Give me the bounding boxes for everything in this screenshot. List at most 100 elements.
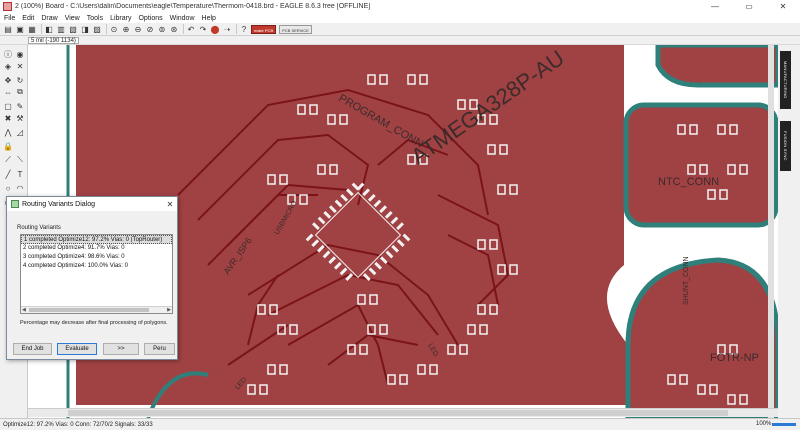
title-bar: 2 (100%) Board - C:\Users\dalin\Document…: [0, 0, 800, 13]
circle-icon[interactable]: ○: [3, 183, 13, 193]
menu-help[interactable]: Help: [202, 15, 216, 22]
variant-row[interactable]: 4 completed Optimize4: 100.0% Vias: 0: [21, 262, 172, 271]
ripup-icon[interactable]: ⟍: [15, 155, 25, 165]
silkscreen-label: FOTR-NP: [710, 352, 759, 364]
mark-icon[interactable]: ✕: [15, 61, 25, 71]
rotate-icon[interactable]: ↻: [15, 75, 25, 85]
silkscreen-label: SHUNT_CONN: [683, 256, 690, 305]
menu-tools[interactable]: Tools: [87, 15, 103, 22]
open-icon[interactable]: ▤: [3, 24, 13, 34]
show-icon[interactable]: ◉: [15, 49, 25, 59]
menu-bar: File Edit Draw View Tools Library Option…: [0, 13, 800, 23]
text-icon[interactable]: T: [15, 169, 25, 179]
move-icon[interactable]: ✥: [3, 75, 13, 85]
dialog-title: Routing Variants Dialog: [22, 200, 96, 208]
toolbar-separator: [183, 24, 184, 34]
delete-icon[interactable]: ✖: [3, 113, 13, 123]
polygon-note: Percentage may decrease after final proc…: [20, 320, 168, 326]
eagle-app-window: 2 (100%) Board - C:\Users\dalin\Document…: [0, 0, 800, 430]
menu-options[interactable]: Options: [138, 15, 162, 22]
menu-library[interactable]: Library: [110, 15, 131, 22]
ulp-icon[interactable]: ◨: [80, 24, 90, 34]
variant-row[interactable]: 1 completed Optimize12: 97.2% Vias: 0 (T…: [21, 235, 172, 244]
dialog-title-bar: Routing Variants Dialog ✕: [7, 197, 177, 211]
coordinate-display: 5 mil (-190 1134): [28, 37, 79, 44]
variant-row[interactable]: 2 completed Optimize4: 91.7% Vias: 0: [21, 244, 172, 253]
split-icon[interactable]: ⋀: [3, 127, 13, 137]
zoom-slider[interactable]: [772, 423, 796, 426]
top-subboard: [655, 42, 781, 88]
horizontal-scrollbar[interactable]: [28, 408, 778, 417]
lock-icon[interactable]: 🔒: [3, 141, 13, 151]
routing-variants-label: Routing Variants: [17, 225, 61, 231]
evaluate-button[interactable]: Evaluate: [57, 343, 97, 355]
miter-icon[interactable]: ◿: [15, 127, 25, 137]
dialog-close-button[interactable]: ✕: [163, 197, 177, 211]
display-icon[interactable]: ◈: [3, 61, 13, 71]
routing-variants-list[interactable]: 1 completed Optimize12: 97.2% Vias: 0 (T…: [20, 234, 173, 314]
stop-icon[interactable]: ⬤: [210, 24, 220, 34]
board-icon[interactable]: ▥: [56, 24, 66, 34]
toolbar-separator: [41, 24, 42, 34]
group-icon[interactable]: ▢: [3, 101, 13, 111]
right-side-panel: MANUFACTURING FUSION SYNC: [778, 45, 800, 418]
cam-icon[interactable]: ◧: [44, 24, 54, 34]
zoom-in-icon[interactable]: ⊕: [121, 24, 131, 34]
zoom-fit-icon[interactable]: ⊙: [109, 24, 119, 34]
main-toolbar: ▤ ▣ ▦ ◧ ▥ ▧ ◨ ▨ ⊙ ⊕ ⊖ ⊘ ⊚ ⊛ ↶ ↷ ⬤ ➝ ? ma…: [0, 23, 800, 36]
mirror-icon[interactable]: ⇔: [3, 87, 13, 97]
scroll-right-icon[interactable]: ▶: [167, 307, 171, 313]
close-window-button[interactable]: ✕: [766, 0, 800, 13]
dialog-app-icon: [11, 200, 19, 208]
next-variant-button[interactable]: >>: [103, 343, 139, 355]
routing-variants-dialog: Routing Variants Dialog ✕ Routing Varian…: [6, 196, 178, 360]
menu-draw[interactable]: Draw: [41, 15, 57, 22]
undo-icon[interactable]: ↶: [186, 24, 196, 34]
list-horizontal-scrollbar[interactable]: ◀ ▶: [21, 306, 172, 313]
manufacturing-tab[interactable]: MANUFACTURING: [780, 51, 791, 109]
zoom-previous-icon[interactable]: ⊚: [157, 24, 167, 34]
save-icon[interactable]: ▣: [15, 24, 25, 34]
peru-button[interactable]: Peru: [144, 343, 175, 355]
eagle-app-icon: [3, 2, 12, 11]
menu-file[interactable]: File: [4, 15, 15, 22]
fusion-sync-tab[interactable]: FUSION SYNC: [780, 121, 791, 171]
zoom-select-icon[interactable]: ⊘: [145, 24, 155, 34]
arc-icon[interactable]: ◠: [15, 183, 25, 193]
print-icon[interactable]: ▦: [27, 24, 37, 34]
silkscreen-label: NTC_CONN: [658, 176, 719, 188]
variant-row[interactable]: 3 completed Optimize4: 98.6% Vias: 0: [21, 253, 172, 262]
zoom-out-icon[interactable]: ⊖: [133, 24, 143, 34]
toolbar-separator: [106, 24, 107, 34]
menu-edit[interactable]: Edit: [22, 15, 34, 22]
info-icon[interactable]: ⓘ: [3, 49, 13, 59]
window-title: 2 (100%) Board - C:\Users\dalin\Document…: [15, 3, 371, 10]
parameter-toolbar: 5 mil (-190 1134): [0, 36, 800, 45]
redo-icon[interactable]: ↷: [198, 24, 208, 34]
copy-icon[interactable]: ⧉: [15, 87, 25, 97]
vertical-scrollbar-track: [768, 45, 774, 418]
go-icon[interactable]: ➝: [222, 24, 232, 34]
zoom-level: 100%: [756, 421, 772, 427]
toolbar-separator: [236, 24, 237, 34]
wrench-icon[interactable]: ⚒: [15, 113, 25, 123]
minimize-button[interactable]: —: [698, 0, 732, 13]
maximize-button[interactable]: ▭: [732, 0, 766, 13]
route-icon[interactable]: ⟋: [3, 155, 13, 165]
wire-icon[interactable]: ╱: [3, 169, 13, 179]
menu-view[interactable]: View: [65, 15, 80, 22]
schematic-icon[interactable]: ▧: [68, 24, 78, 34]
list-scrollbar-thumb[interactable]: [29, 308, 149, 312]
status-text: Optimize12: 97.2% Vias: 0 Conn: 72/70/2 …: [3, 421, 153, 428]
script-icon[interactable]: ▨: [92, 24, 102, 34]
change-icon[interactable]: ✎: [15, 101, 25, 111]
pcb-service-badge[interactable]: PCB SERVICE: [279, 24, 312, 34]
end-job-button[interactable]: End Job: [13, 343, 52, 355]
menu-window[interactable]: Window: [170, 15, 195, 22]
redraw-icon[interactable]: ⊛: [169, 24, 179, 34]
scrollbar-thumb[interactable]: [68, 410, 728, 416]
help-icon[interactable]: ?: [239, 24, 249, 34]
status-bar: Optimize12: 97.2% Vias: 0 Conn: 72/70/2 …: [0, 418, 800, 430]
make-pcb-badge[interactable]: make PCB: [251, 24, 277, 34]
scroll-left-icon[interactable]: ◀: [22, 307, 26, 313]
